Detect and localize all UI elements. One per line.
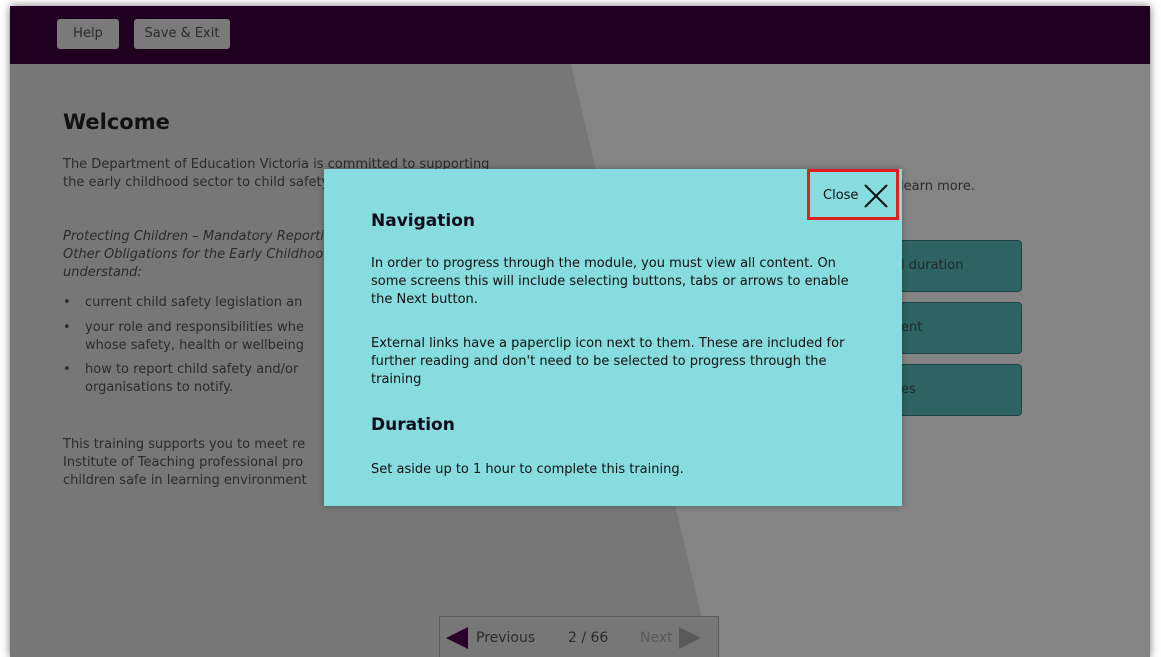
save-exit-button[interactable]: Save & Exit	[134, 19, 230, 49]
close-label: Close	[823, 188, 859, 203]
close-icon	[864, 184, 888, 208]
arrow-right-icon	[678, 627, 701, 649]
close-button[interactable]: Close	[807, 169, 899, 220]
previous-button[interactable]: Previous	[446, 625, 535, 651]
previous-label: Previous	[476, 630, 536, 646]
navigation-paragraph-1: In order to progress through the module,…	[371, 256, 849, 307]
next-label: Next	[640, 630, 673, 646]
duration-text: Set aside up to 1 hour to complete this …	[371, 462, 684, 477]
top-toolbar: Help Save & Exit	[10, 6, 1150, 64]
info-modal: Close Navigation In order to progress th…	[324, 169, 902, 506]
navigation-heading: Navigation	[371, 211, 475, 231]
pager: Previous 2 / 66 Next	[439, 616, 719, 657]
duration-heading: Duration	[371, 415, 455, 435]
page-counter: 2 / 66	[568, 630, 609, 646]
arrow-left-icon	[446, 627, 468, 649]
learn-more-text: learn more.	[900, 179, 975, 194]
help-button[interactable]: Help	[57, 19, 119, 49]
next-button[interactable]: Next	[640, 625, 701, 651]
training-support-paragraph: This training supports you to meet re In…	[63, 437, 307, 488]
navigation-paragraph-2: External links have a paperclip icon nex…	[371, 336, 845, 387]
app-window: Help Save & Exit Welcome The Department …	[10, 6, 1150, 657]
page-title: Welcome	[63, 110, 170, 134]
